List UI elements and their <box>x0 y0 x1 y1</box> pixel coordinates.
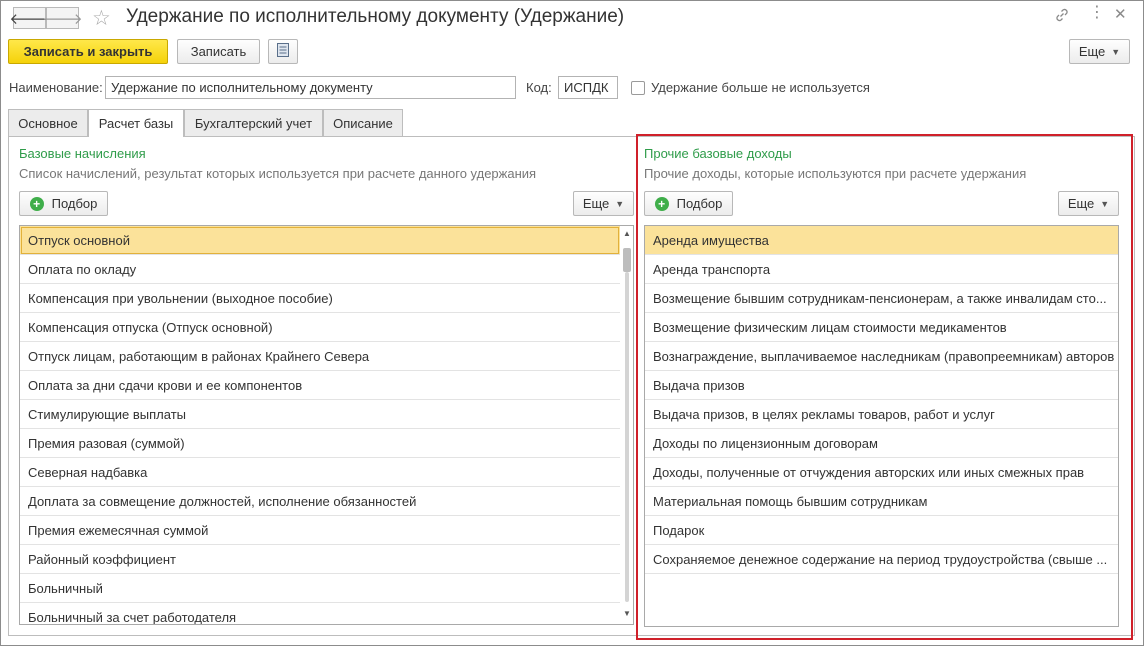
plus-icon: + <box>29 196 44 211</box>
save-button[interactable]: Записать <box>177 39 260 64</box>
plus-icon: + <box>654 196 669 211</box>
base-accruals-title: Базовые начисления <box>19 146 146 161</box>
more-menu-button[interactable]: Еще ▼ <box>1069 39 1130 64</box>
scroll-up-icon[interactable]: ▲ <box>622 229 632 238</box>
forward-button[interactable]: 🡒 <box>42 7 83 29</box>
base-accruals-description: Список начислений, результат которых исп… <box>19 166 537 181</box>
unused-label[interactable]: Удержание больше не используется <box>651 80 870 95</box>
list-item[interactable]: Компенсация отпуска (Отпуск основной) <box>20 313 620 342</box>
list-item[interactable]: Выдача призов <box>645 371 1118 400</box>
close-icon[interactable]: ✕ <box>1114 5 1127 23</box>
tab-description[interactable]: Описание <box>323 109 403 136</box>
list-item[interactable]: Доходы по лицензионным договорам <box>645 429 1118 458</box>
more-label: Еще <box>582 196 610 211</box>
left-more-button[interactable]: Еще ▼ <box>573 191 634 216</box>
list-item[interactable]: Выдача призов, в целях рекламы товаров, … <box>645 400 1118 429</box>
list-item[interactable]: Отпуск основной <box>20 226 620 255</box>
arrow-right-icon: 🡒 <box>42 10 83 28</box>
name-field[interactable]: Удержание по исполнительному документу <box>105 76 516 99</box>
list-item[interactable]: Доходы, полученные от отчуждения авторск… <box>645 458 1118 487</box>
list-item[interactable]: Компенсация при увольнении (выходное пос… <box>20 284 620 313</box>
list-item[interactable]: Аренда имущества <box>645 226 1118 255</box>
list-item[interactable]: Больничный <box>20 574 620 603</box>
star-icon[interactable]: ☆ <box>92 6 111 31</box>
other-income-description: Прочие доходы, которые используются при … <box>644 166 1027 181</box>
tab-accounting[interactable]: Бухгалтерский учет <box>184 109 323 136</box>
left-scrollbar[interactable]: ▲ ▼ <box>621 226 633 624</box>
caret-down-icon: ▼ <box>1100 198 1110 209</box>
caret-down-icon: ▼ <box>1111 46 1121 57</box>
more-label: Еще <box>1078 44 1106 59</box>
list-item[interactable]: Оплата за дни сдачи крови и ее компонент… <box>20 371 620 400</box>
other-income-title: Прочие базовые доходы <box>644 146 792 161</box>
list-item[interactable]: Доплата за совмещение должностей, исполн… <box>20 487 620 516</box>
other-income-list[interactable]: Аренда имущества Аренда транспорта Возмеще… <box>644 225 1119 627</box>
list-item[interactable]: Больничный за счет работодателя <box>20 603 620 625</box>
list-item[interactable]: Возмещение физическим лицам стоимости ме… <box>645 313 1118 342</box>
pick-label: Подбор <box>676 196 723 211</box>
caret-down-icon: ▼ <box>615 198 625 209</box>
document-list-icon <box>277 43 289 60</box>
scroll-track[interactable] <box>625 272 629 602</box>
tab-base-calculation[interactable]: Расчет базы <box>88 109 184 137</box>
code-field[interactable]: ИСПДК <box>558 76 618 99</box>
list-item[interactable]: Подарок <box>645 516 1118 545</box>
list-item[interactable]: Вознаграждение, выплачиваемое наследника… <box>645 342 1118 371</box>
more-label: Еще <box>1067 196 1095 211</box>
tab-main[interactable]: Основное <box>8 109 88 136</box>
save-and-close-button[interactable]: Записать и закрыть <box>8 39 168 64</box>
list-item[interactable]: Стимулирующие выплаты <box>20 400 620 429</box>
back-button[interactable]: 🡐 <box>9 7 50 29</box>
list-item[interactable]: Премия разовая (суммой) <box>20 429 620 458</box>
base-accruals-list[interactable]: Отпуск основной Оплата по окладу Компенсац… <box>19 225 634 625</box>
list-item[interactable]: Материальная помощь бывшим сотрудникам <box>645 487 1118 516</box>
link-icon[interactable] <box>1054 7 1070 27</box>
report-button[interactable] <box>268 39 298 64</box>
list-item[interactable]: Сохраняемое денежное содержание на перио… <box>645 545 1118 574</box>
list-item[interactable]: Районный коэффициент <box>20 545 620 574</box>
code-label: Код: <box>526 80 552 95</box>
left-pick-button[interactable]: + Подбор <box>19 191 108 216</box>
window-title: Удержание по исполнительному документу (… <box>126 6 625 27</box>
unused-checkbox[interactable] <box>631 81 645 95</box>
name-label: Наименование: <box>9 80 103 95</box>
list-item[interactable]: Премия ежемесячная суммой <box>20 516 620 545</box>
scroll-thumb[interactable] <box>623 248 631 272</box>
right-more-button[interactable]: Еще ▼ <box>1058 191 1119 216</box>
list-item[interactable]: Северная надбавка <box>20 458 620 487</box>
pick-label: Подбор <box>51 196 98 211</box>
list-item[interactable]: Оплата по окладу <box>20 255 620 284</box>
list-item[interactable]: Отпуск лицам, работающим в районах Крайн… <box>20 342 620 371</box>
kebab-menu-icon[interactable]: ⋮ <box>1089 5 1105 21</box>
list-item[interactable]: Возмещение бывшим сотрудникам-пенсионера… <box>645 284 1118 313</box>
list-item[interactable]: Аренда транспорта <box>645 255 1118 284</box>
scroll-down-icon[interactable]: ▼ <box>622 609 632 618</box>
right-pick-button[interactable]: + Подбор <box>644 191 733 216</box>
